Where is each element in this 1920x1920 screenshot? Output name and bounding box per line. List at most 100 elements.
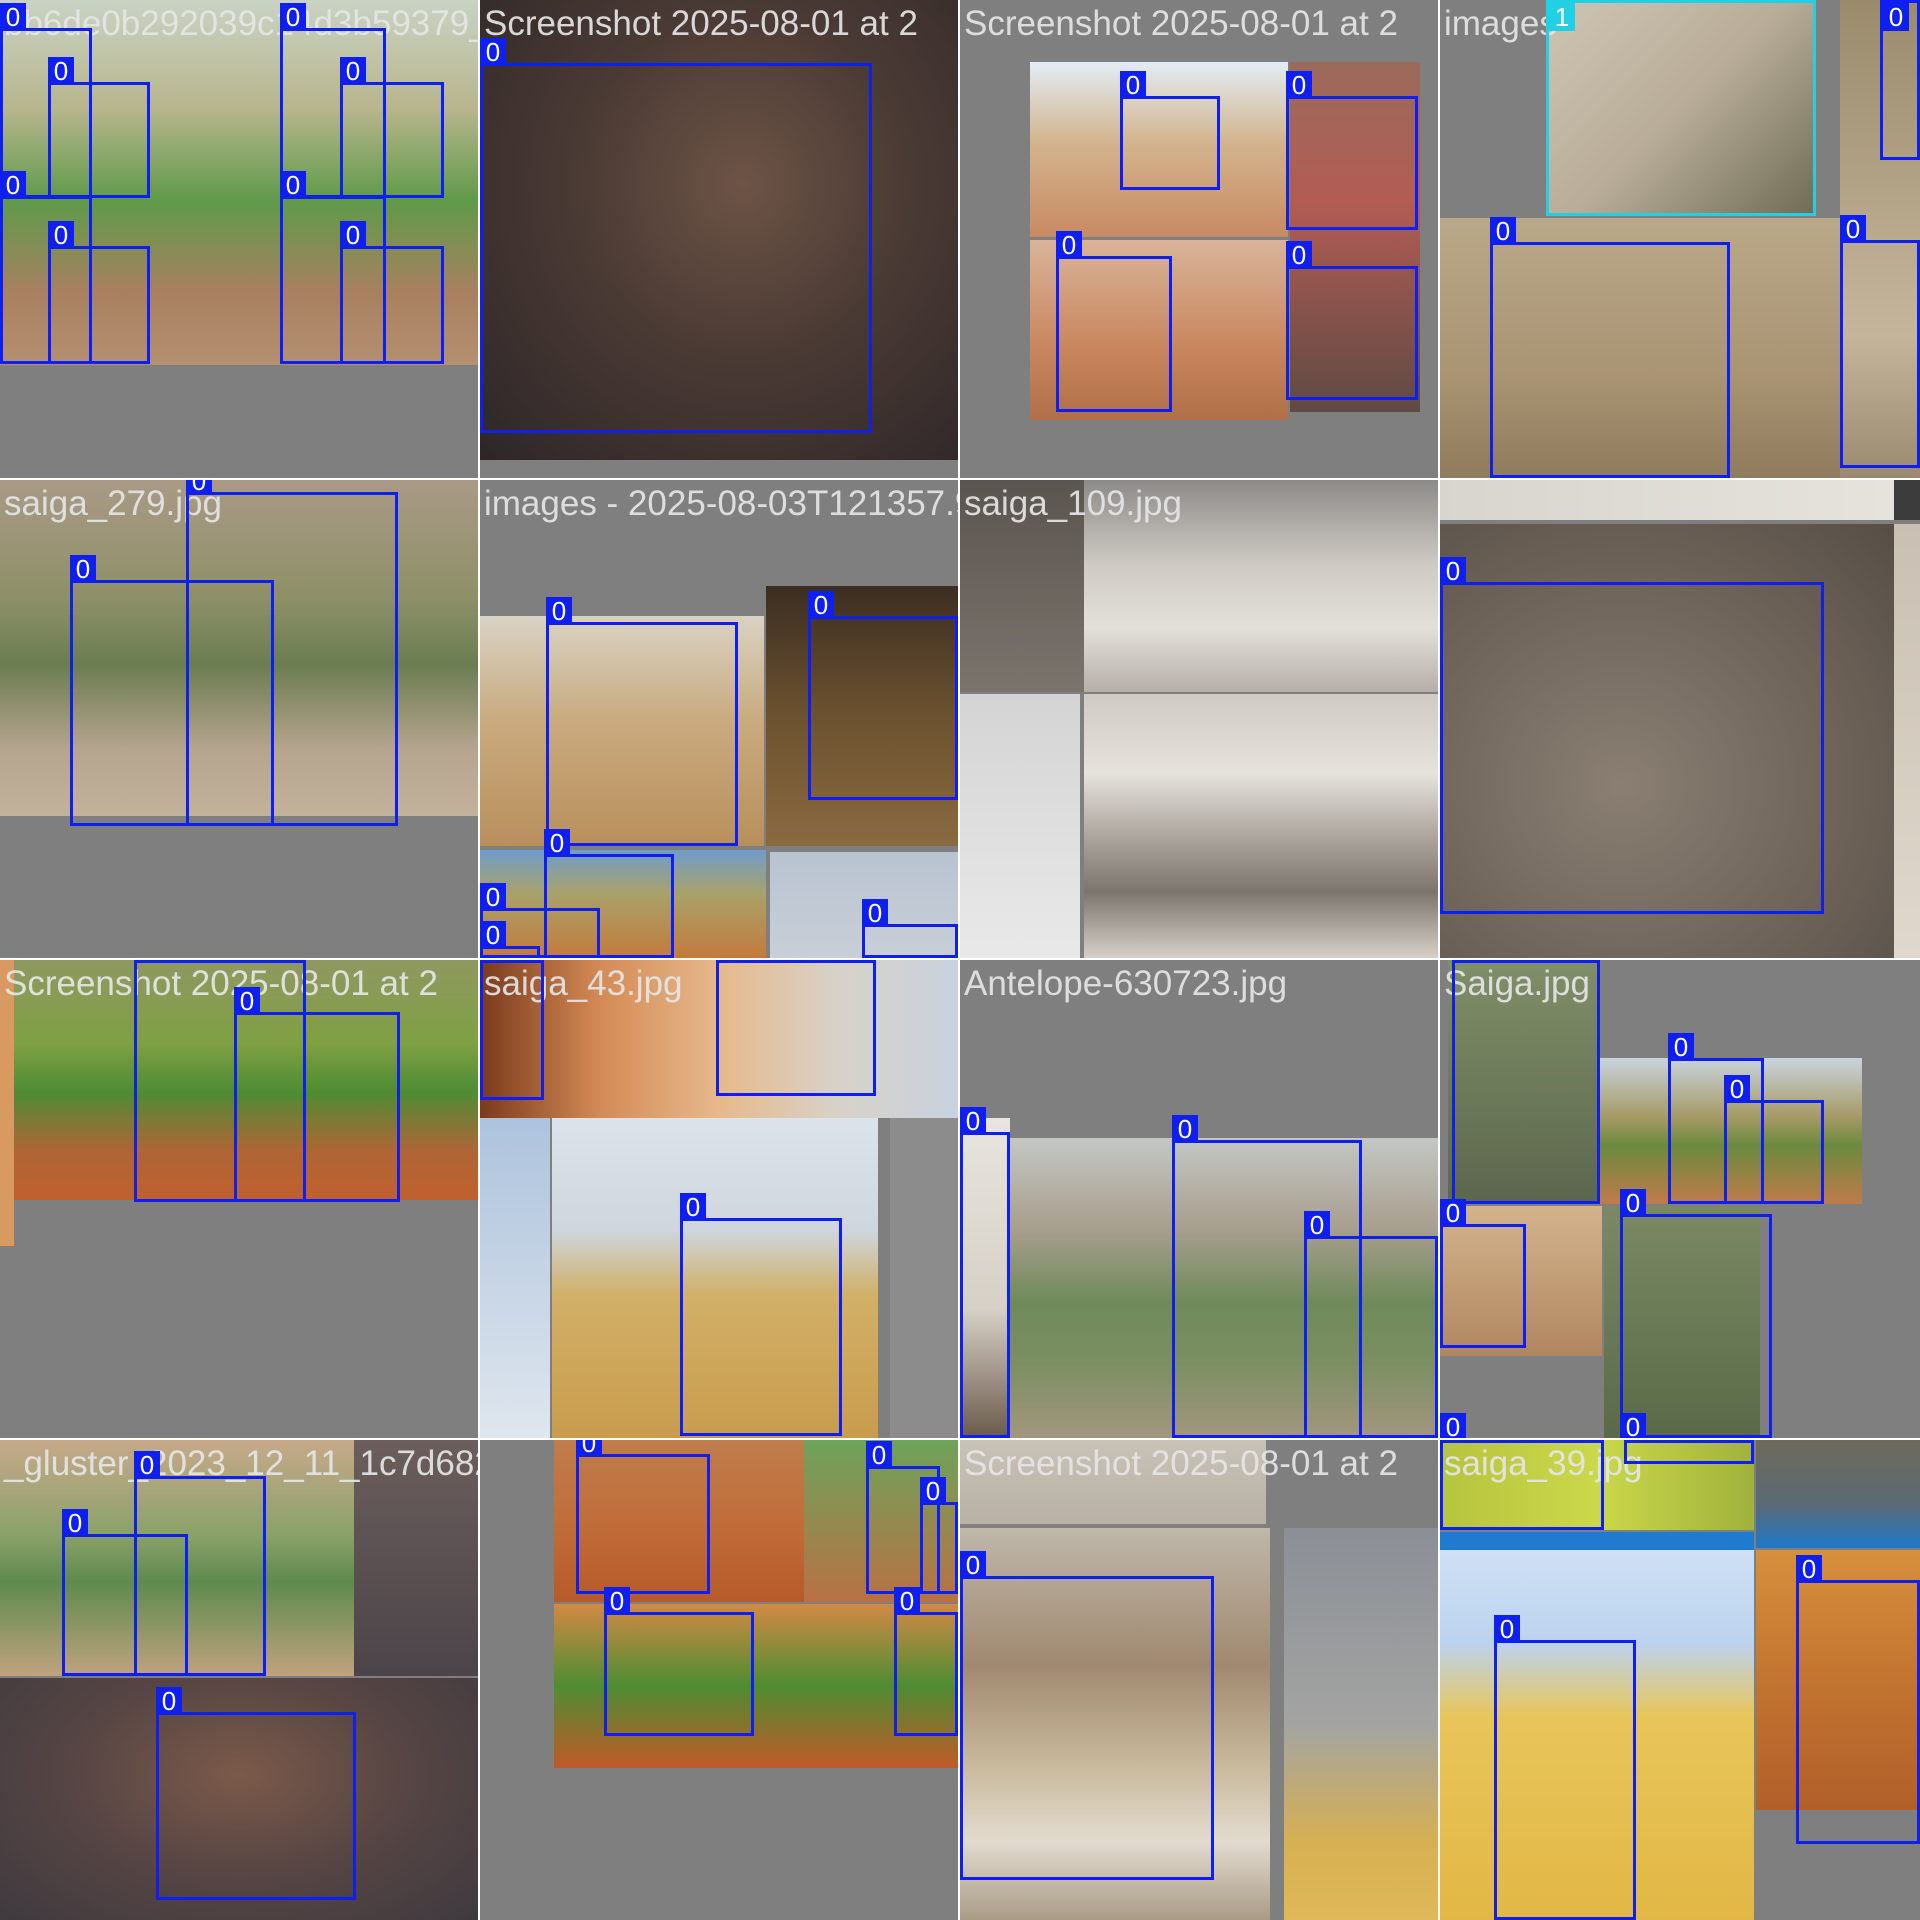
class-label: 0 (480, 921, 506, 949)
mosaic-tile: saiga_279.jpg 0 0 (0, 480, 478, 958)
detection-box: 1 (1546, 0, 1816, 216)
file-name: Screenshot 2025-08-01 at 2 (964, 1444, 1398, 1483)
detection-box: 0 (1440, 557, 1824, 914)
detection-box: 0 (1440, 1440, 1604, 1530)
detection-box: 0 (48, 57, 150, 198)
mosaic-tile: saiga_109.jpg (960, 480, 1438, 958)
class-label: 0 (1120, 71, 1146, 99)
mosaic-tile: 0 (1440, 480, 1920, 958)
class-label: 0 (894, 1587, 920, 1615)
file-name: Screenshot 2025-08-01 at 2 (484, 4, 918, 43)
photo (1894, 524, 1920, 958)
detection-box: 0 (576, 1440, 710, 1594)
class-label: 0 (1624, 1440, 1650, 1443)
class-label: 0 (1304, 1211, 1330, 1239)
class-label: 0 (544, 829, 570, 857)
class-label: 0 (1668, 1033, 1694, 1061)
photo (1440, 1532, 1754, 1550)
class-label: 0 (920, 1477, 946, 1505)
class-label: 0 (1620, 1413, 1646, 1438)
photo (480, 1118, 550, 1438)
detection-box: 0 (1286, 71, 1418, 230)
class-label: 0 (156, 1687, 182, 1715)
class-label: 0 (480, 960, 506, 963)
mosaic-tile: images 1 0 0 0 (1440, 0, 1920, 478)
class-label: 0 (1440, 557, 1466, 585)
detection-box: 0 (808, 591, 958, 800)
class-label: 0 (48, 221, 74, 249)
detection-box: 0 (680, 1193, 842, 1436)
class-label: 0 (1883, 3, 1909, 31)
detection-box: 0 (604, 1587, 754, 1736)
class-label: 0 (1056, 231, 1082, 259)
class-label: 0 (186, 480, 212, 495)
class-label: 0 (280, 171, 306, 199)
class-label: 0 (1286, 241, 1312, 269)
class-label: 0 (480, 38, 506, 66)
class-label: 0 (866, 1441, 892, 1469)
detection-box: 0 (70, 555, 274, 826)
class-label: 0 (280, 3, 306, 31)
class-label: 0 (1440, 1199, 1466, 1227)
class-label: 0 (716, 960, 742, 963)
file-name: Antelope-630723.jpg (964, 964, 1288, 1003)
class-label: 0 (1286, 71, 1312, 99)
class-label: 1 (1549, 3, 1575, 31)
detection-box: 0 (340, 221, 444, 364)
mosaic-tile: Screenshot 2025-08-01 at 2 0 (960, 1440, 1438, 1920)
detection-box: 0 (1440, 1199, 1526, 1348)
detection-box: 0 (546, 597, 738, 846)
detection-box: 0 (62, 1509, 188, 1676)
detection-box: 0 (1304, 1211, 1438, 1438)
photo (890, 1118, 958, 1438)
detection-box: 0 (1624, 1440, 1754, 1464)
detection-box: 0 (1120, 71, 1220, 190)
photo (1440, 480, 1894, 520)
class-label: 0 (340, 221, 366, 249)
photo (960, 694, 1080, 958)
mosaic-tile: Screenshot 2025-08-01 at 2 0 (480, 0, 958, 478)
photo (1284, 1528, 1438, 1920)
class-label: 0 (340, 57, 366, 85)
mosaic-tile: saiga_39.jpg 0 0 0 0 (1440, 1440, 1920, 1920)
class-label: 0 (546, 597, 572, 625)
mosaic-tile: Screenshot 2025-08-01 at 2 0 0 0 0 (960, 0, 1438, 478)
class-label: 0 (1494, 1615, 1520, 1643)
detection-box: 0 (920, 1477, 958, 1594)
photo (1756, 1440, 1920, 1548)
detection-box: 0 (894, 1587, 958, 1736)
detection-box: 0 (1796, 1555, 1920, 1844)
mosaic-tile: saiga_43.jpg 0 0 0 (480, 960, 958, 1438)
mosaic-tile: Saiga.jpg 0 0 0 0 0 0 0 0 (1440, 960, 1920, 1438)
class-label: 0 (604, 1587, 630, 1615)
detection-box: 0 (716, 960, 876, 1096)
mosaic-tile: _gluster_2023_12_11_1c7d6827d8d9_8a7e19e… (0, 1440, 478, 1920)
class-label: 0 (134, 1451, 160, 1479)
detection-box: 0 (48, 221, 150, 364)
mosaic-tile: bb6de0b292039c14d3b59379_f3192.jpg 0 0 0… (0, 0, 478, 478)
file-name: images - 2025-08-03T121357.988.jpg (484, 484, 958, 523)
photo (1894, 480, 1920, 520)
class-label: 0 (62, 1509, 88, 1537)
mosaic-tile: Antelope-630723.jpg 0 0 0 (960, 960, 1438, 1438)
class-label: 0 (234, 987, 260, 1015)
class-label: 0 (48, 57, 74, 85)
class-label: 0 (1796, 1555, 1822, 1583)
detection-box: 0 (1494, 1615, 1636, 1920)
file-name: saiga_109.jpg (964, 484, 1182, 523)
class-label: 0 (1724, 1075, 1750, 1103)
class-label: 0 (0, 3, 26, 31)
detection-box: 0 (1286, 241, 1418, 400)
detection-box: 0 (1452, 960, 1600, 1204)
detection-box: 0 (156, 1687, 356, 1900)
class-label: 0 (680, 1193, 706, 1221)
class-label: 0 (1440, 1413, 1466, 1438)
detection-box: 0 (480, 38, 872, 433)
detection-box: 0 (234, 987, 400, 1202)
class-label: 0 (1172, 1115, 1198, 1143)
class-label: 0 (862, 899, 888, 927)
detection-box: 0 (480, 960, 544, 1100)
class-label: 0 (1452, 960, 1478, 963)
file-name: images (1444, 4, 1557, 43)
class-label: 0 (960, 1107, 986, 1135)
